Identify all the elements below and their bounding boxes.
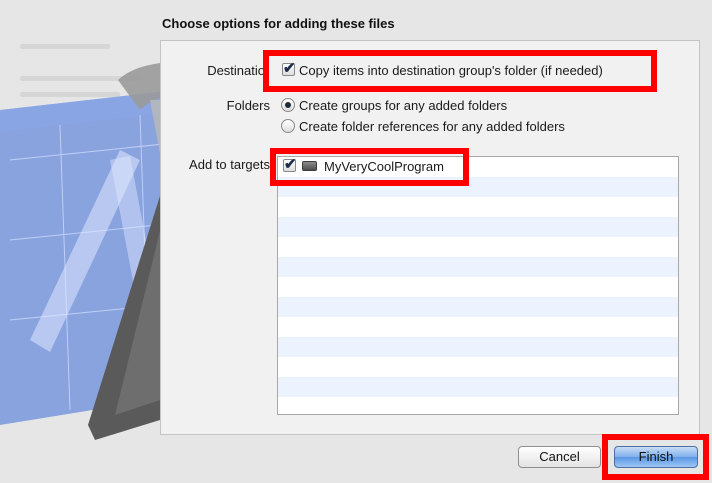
add-to-targets-label: Add to targets	[189, 157, 270, 172]
sheet-title: Choose options for adding these files	[162, 16, 395, 31]
list-stripe	[278, 337, 678, 357]
list-stripe	[278, 237, 678, 257]
target-highlight-box	[270, 148, 469, 186]
create-folder-references-label[interactable]: Create folder references for any added f…	[299, 119, 565, 134]
list-stripe	[278, 317, 678, 337]
destination-highlight-box	[263, 50, 657, 92]
cancel-button[interactable]: Cancel	[518, 446, 601, 468]
list-stripe	[278, 257, 678, 277]
create-groups-radio[interactable]	[281, 98, 295, 112]
list-stripe	[278, 277, 678, 297]
targets-list[interactable]	[277, 156, 679, 415]
create-folder-references-radio[interactable]	[281, 119, 295, 133]
finish-highlight-box	[602, 434, 709, 480]
list-stripe	[278, 357, 678, 377]
list-stripe	[278, 397, 678, 414]
list-stripe	[278, 217, 678, 237]
folders-label: Folders	[226, 98, 270, 113]
list-stripe	[278, 297, 678, 317]
list-stripe	[278, 377, 678, 397]
create-groups-label[interactable]: Create groups for any added folders	[299, 98, 507, 113]
list-stripe	[278, 197, 678, 217]
destination-label: Destinatio	[207, 63, 265, 78]
